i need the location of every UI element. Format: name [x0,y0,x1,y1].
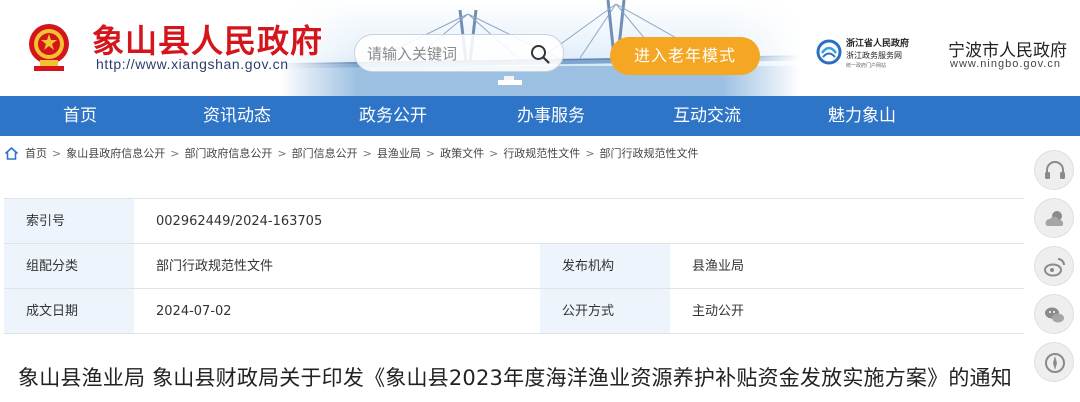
wechat-icon [1045,307,1064,323]
zhejiang-logo-icon [816,39,842,65]
breadcrumb-item-county-info[interactable]: 象山县政府信息公开 [66,145,165,161]
publisher-value: 县渔业局 [670,244,1024,288]
index-value: 002962449/2024-163705 [134,199,1024,243]
zhejiang-portal-label: 统一政府门户网站 [846,63,887,69]
nav-item-home[interactable]: 首页 [0,96,160,136]
main-nav: 首页 资讯动态 政务公开 办事服务 互动交流 魅力象山 [0,96,1080,136]
home-icon[interactable] [4,146,19,161]
breadcrumb-item-dept-admin-docs[interactable]: 部门行政规范性文件 [600,145,699,161]
site-header: 象山县人民政府 http://www.xiangshan.gov.cn 进入老年… [0,0,1080,96]
nav-item-charm[interactable]: 魅力象山 [784,96,940,136]
breadcrumb-separator: > [425,146,436,160]
compass-icon [1045,353,1065,373]
publisher-label: 发布机构 [540,244,670,288]
category-label: 组配分类 [4,244,134,288]
side-share-bar [1034,146,1080,402]
breadcrumb-item-home[interactable]: 首页 [25,145,47,161]
elder-mode-button[interactable]: 进入老年模式 [610,37,760,75]
disclosure-mode-value: 主动公开 [670,289,1024,333]
index-label: 索引号 [4,199,134,243]
breadcrumb-item-dept-info[interactable]: 部门信息公开 [292,145,358,161]
weather-button[interactable] [1034,198,1074,238]
disclosure-mode-label: 公开方式 [540,289,670,333]
nav-item-gov-affairs[interactable]: 政务公开 [314,96,472,136]
headset-icon [1045,161,1065,179]
search-icon[interactable] [529,43,551,65]
breadcrumb-item-fishery-bureau[interactable]: 县渔业局 [377,145,421,161]
document-info-table: 索引号 002962449/2024-163705 组配分类 部门行政规范性文件… [4,198,1024,334]
nav-item-news[interactable]: 资讯动态 [160,96,314,136]
document-title: 象山县渔业局 象山县财政局关于印发《象山县2023年度海洋渔业资源养护补贴资金发… [18,366,1012,390]
ningbo-gov-url[interactable]: www.ningbo.gov.cn [950,58,1061,70]
breadcrumb-separator: > [489,146,499,160]
zhejiang-service-label: 浙江政务服务网 [846,51,902,60]
weather-icon [1045,211,1064,226]
table-row: 索引号 002962449/2024-163705 [4,199,1024,244]
nav-item-services[interactable]: 办事服务 [472,96,630,136]
search-box [354,34,564,72]
date-value: 2024-07-02 [134,289,540,333]
breadcrumb-item-policy-docs[interactable]: 政策文件 [440,145,484,161]
zhejiang-gov-link[interactable]: 浙江省人民政府 浙江政务服务网 统一政府门户网站 [816,36,916,72]
customer-service-button[interactable] [1034,150,1074,190]
site-url[interactable]: http://www.xiangshan.gov.cn [96,56,289,72]
breadcrumb-separator: > [277,146,287,160]
breadcrumb-separator: > [170,146,180,160]
weibo-icon [1044,258,1065,277]
breadcrumb-item-admin-docs[interactable]: 行政规范性文件 [503,145,580,161]
breadcrumb: 首页 > 象山县政府信息公开 > 部门政府信息公开 > 部门信息公开 > 县渔业… [4,142,699,164]
date-label: 成文日期 [4,289,134,333]
search-input[interactable] [367,42,515,66]
more-share-button[interactable] [1034,342,1074,382]
national-emblem-icon [29,24,69,71]
weibo-share-button[interactable] [1034,246,1074,286]
table-row: 组配分类 部门行政规范性文件 发布机构 县渔业局 [4,244,1024,289]
breadcrumb-separator: > [52,146,62,160]
nav-item-interaction[interactable]: 互动交流 [630,96,784,136]
table-row: 成文日期 2024-07-02 公开方式 主动公开 [4,289,1024,334]
zhejiang-gov-label: 浙江省人民政府 [846,39,910,49]
breadcrumb-separator: > [362,146,372,160]
breadcrumb-item-dept-gov-info[interactable]: 部门政府信息公开 [184,145,272,161]
breadcrumb-separator: > [585,146,595,160]
wechat-share-button[interactable] [1034,294,1074,334]
category-value: 部门行政规范性文件 [134,244,540,288]
